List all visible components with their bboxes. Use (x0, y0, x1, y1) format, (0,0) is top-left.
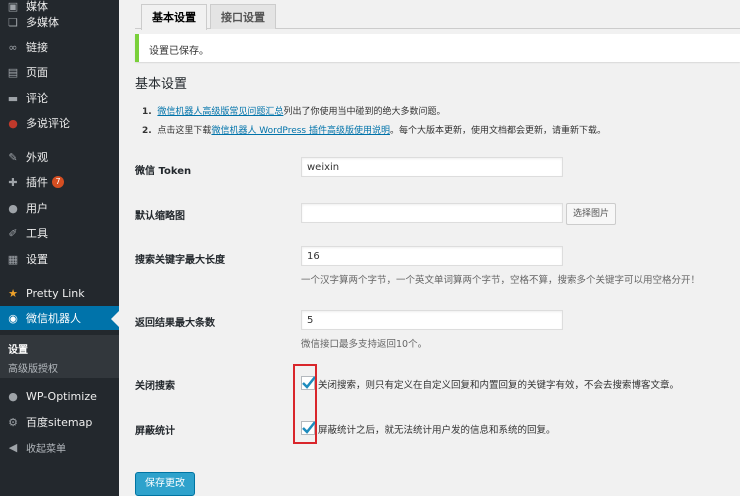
page-icon: ▤ (7, 65, 19, 79)
tools-icon: ✐ (8, 226, 18, 240)
note-1: 1. 微信机器人高级版常见问题汇总列出了你使用当中碰到的绝大多数问题。 (142, 107, 446, 117)
wechat-icon: ◉ (8, 311, 18, 325)
submenu-settings[interactable]: 设置 (8, 341, 28, 356)
menu-item-pretty-link[interactable]: ★ Pretty Link (0, 281, 119, 305)
menu-item-settings[interactable]: ▦ 设置 (0, 247, 119, 271)
max-results-description: 微信接口最多支持返回10个。 (301, 339, 428, 350)
link-icon: ∞ (8, 40, 18, 54)
max-results-label: 返回结果最大条数 (135, 318, 215, 329)
menu-item-pages[interactable]: ▤ 页面 (0, 60, 119, 84)
menu-item-users[interactable]: ● 用户 (0, 196, 119, 220)
user-icon: ● (8, 201, 18, 215)
menu-item-plugins[interactable]: ✚ 插件 7 (0, 170, 119, 194)
media-icon: ❏ (8, 15, 18, 29)
menu-item-tools[interactable]: ✐ 工具 (0, 221, 119, 245)
token-label: 微信 Token (135, 166, 192, 177)
duoshuo-icon: ● (8, 116, 18, 130)
max-results-input[interactable] (301, 310, 563, 330)
plugin-icon: ✚ (8, 175, 18, 189)
submenu-advanced-license[interactable]: 高级版授权 (8, 360, 58, 375)
plugin-update-badge: 7 (52, 176, 64, 188)
block-stats-description: 屏蔽统计之后，就无法统计用户发的信息和系统的回复。 (318, 425, 556, 436)
close-search-description: 关闭搜索，则只有定义在自定义回复和内置回复的关键字有效，不会去搜索博客文章。 (318, 380, 680, 391)
choose-image-button[interactable]: 选择图片 (566, 203, 617, 225)
token-input[interactable] (301, 157, 563, 177)
keyword-length-label: 搜索关键字最大长度 (135, 255, 225, 266)
collapse-menu[interactable]: ◀ 收起菜单 (0, 435, 119, 459)
menu-item-appearance[interactable]: ✎ 外观 (0, 145, 119, 169)
notice-text: 设置已保存。 (149, 46, 209, 57)
collapse-icon: ◀ (8, 440, 18, 454)
thumbnail-input[interactable] (301, 203, 563, 223)
menu-item-links[interactable]: ∞ 链接 (0, 35, 119, 59)
gear-icon: ⚙ (8, 415, 18, 429)
menu-item-multimedia[interactable]: ❏ 多媒体 (0, 10, 119, 34)
red-highlight-box (293, 364, 317, 444)
menu-item-comments[interactable]: ▬ 评论 (0, 86, 119, 110)
save-changes-button[interactable]: 保存更改 (135, 472, 195, 496)
thumbnail-label: 默认缩略图 (135, 211, 185, 222)
tab-basic-settings[interactable]: 基本设置 (141, 4, 207, 30)
settings-icon: ▦ (7, 252, 19, 266)
menu-item-baidu-sitemap[interactable]: ⚙ 百度sitemap (0, 410, 119, 434)
close-search-label: 关闭搜索 (135, 381, 175, 392)
settings-tabs: 基本设置 接口设置 (135, 0, 740, 30)
block-stats-label: 屏蔽统计 (135, 426, 175, 437)
star-icon: ★ (8, 286, 18, 300)
admin-sidebar: ▣ 媒体 ❏ 多媒体 ∞ 链接 ▤ 页面 ▬ 评论 ● 多说评论 ✎ 外观 ✚ 插件 7 ● 用户 … (0, 0, 119, 496)
menu-item-duoshuo[interactable]: ● 多说评论 (0, 111, 119, 135)
current-menu-arrow (111, 311, 119, 327)
page-heading: 基本设置 (135, 77, 188, 92)
optimize-icon: ● (8, 389, 18, 403)
menu-item-wechat-robot[interactable]: ◉ 微信机器人 (0, 306, 119, 330)
keyword-length-description: 一个汉字算两个字节，一个英文单词算两个字节，空格不算，搜索多个关键字可以用空格分… (301, 275, 701, 286)
settings-saved-notice: 设置已保存。 (135, 34, 740, 62)
manual-download-link[interactable]: 微信机器人 WordPress 插件高级版使用说明 (211, 126, 390, 136)
faq-link[interactable]: 微信机器人高级版常见问题汇总 (157, 107, 283, 117)
tab-interface-settings[interactable]: 接口设置 (210, 4, 276, 29)
comment-icon: ▬ (7, 91, 19, 105)
menu-item-wp-optimize[interactable]: ● WP-Optimize (0, 384, 119, 408)
appearance-icon: ✎ (8, 150, 18, 164)
submenu: 设置 高级版授权 (0, 335, 119, 378)
note-2: 2. 点击这里下载微信机器人 WordPress 插件高级版使用说明。每个大版本… (142, 126, 606, 136)
keyword-length-input[interactable] (301, 246, 563, 266)
